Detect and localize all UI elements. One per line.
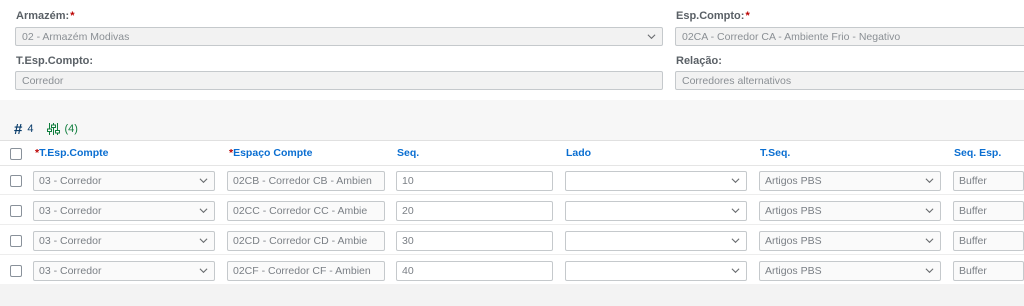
row-checkbox[interactable] [10, 265, 22, 277]
side-select[interactable] [565, 171, 747, 191]
space-field[interactable]: 02CD - Corredor CD - Ambie [227, 231, 385, 251]
table-header: *T.Esp.Compte *Espaço Compte Seq. Lado T… [0, 141, 1024, 166]
space-value: 02CB - Corredor CB - Ambien [233, 175, 372, 187]
tseq-select[interactable]: Artigos PBS [759, 201, 941, 221]
hash-icon: # [14, 120, 23, 138]
warehouse-value: 02 - Armazém Modivas [22, 31, 130, 43]
warehouse-label: Armazém:* [16, 10, 75, 22]
row-checkbox[interactable] [10, 175, 22, 187]
side-select[interactable] [565, 261, 747, 281]
tseq-select[interactable]: Artigos PBS [759, 231, 941, 251]
space-value: 02CD - Corredor CD - Ambie [233, 235, 368, 247]
tseq-value: Artigos PBS [765, 265, 822, 277]
type-value: 03 - Corredor [39, 205, 102, 217]
footer-strip [0, 284, 1024, 306]
chevron-down-icon[interactable] [199, 236, 208, 245]
side-select[interactable] [565, 231, 747, 251]
type-select[interactable]: 03 - Corredor [33, 201, 215, 221]
storage-label: Esp.Compto:* [676, 10, 750, 22]
type-value: 03 - Corredor [39, 265, 102, 277]
seq-value: 40 [402, 265, 414, 277]
seqesp-field[interactable]: Buffer [953, 231, 1024, 251]
tseq-value: Artigos PBS [765, 175, 822, 187]
seq-value: 20 [402, 205, 414, 217]
chevron-down-icon[interactable] [925, 236, 934, 245]
table-toolbar: # 4 (4) [14, 120, 78, 138]
chevron-down-icon[interactable] [199, 206, 208, 215]
seqesp-value: Buffer [959, 205, 987, 217]
sequence-table: *T.Esp.Compte *Espaço Compte Seq. Lado T… [0, 140, 1024, 285]
table-row: 03 - Corredor 02CD - Corredor CD - Ambie… [0, 226, 1024, 255]
type-select[interactable]: 03 - Corredor [33, 171, 215, 191]
space-value: 02CC - Corredor CC - Ambie [233, 205, 368, 217]
type-select[interactable]: 03 - Corredor [33, 261, 215, 281]
tseq-value: Artigos PBS [765, 235, 822, 247]
space-field[interactable]: 02CC - Corredor CC - Ambie [227, 201, 385, 221]
relation-field[interactable]: Corredores alternativos [675, 71, 1024, 90]
seqesp-field[interactable]: Buffer [953, 201, 1024, 221]
chevron-down-icon[interactable] [731, 206, 740, 215]
chevron-down-icon[interactable] [925, 176, 934, 185]
chevron-down-icon[interactable] [731, 236, 740, 245]
relation-value: Corredores alternativos [682, 75, 792, 87]
chevron-down-icon[interactable] [199, 266, 208, 275]
seq-input[interactable]: 10 [396, 171, 553, 191]
seq-input[interactable]: 40 [396, 261, 553, 281]
seqesp-value: Buffer [959, 175, 987, 187]
side-select[interactable] [565, 201, 747, 221]
col-header-type[interactable]: *T.Esp.Compte [34, 147, 109, 159]
storage-field[interactable]: 02CA - Corredor CA - Ambiente Frio - Neg… [675, 27, 1024, 46]
row-count: 4 [27, 123, 34, 135]
warehouse-select[interactable]: 02 - Armazém Modivas [15, 27, 663, 46]
type-value: 03 - Corredor [39, 175, 102, 187]
col-header-seqesp[interactable]: Seq. Esp. [954, 147, 1001, 159]
space-field[interactable]: 02CF - Corredor CF - Ambien [227, 261, 385, 281]
seq-value: 30 [402, 235, 414, 247]
type-value: Corredor [22, 75, 64, 87]
row-checkbox[interactable] [10, 235, 22, 247]
type-value: 03 - Corredor [39, 235, 102, 247]
col-header-space[interactable]: *Espaço Compte [228, 147, 312, 159]
header-form: Armazém:* 02 - Armazém Modivas Esp.Compt… [0, 0, 1024, 100]
chevron-down-icon[interactable] [731, 266, 740, 275]
type-field[interactable]: Corredor [15, 71, 663, 90]
table-row: 03 - Corredor 02CC - Corredor CC - Ambie… [0, 196, 1024, 225]
relation-label: Relação: [676, 55, 722, 67]
seqesp-value: Buffer [959, 235, 987, 247]
seqesp-field[interactable]: Buffer [953, 261, 1024, 281]
chevron-down-icon[interactable] [925, 206, 934, 215]
filter-button[interactable]: (4) [47, 123, 78, 135]
seq-value: 10 [402, 175, 414, 187]
storage-value: 02CA - Corredor CA - Ambiente Frio - Neg… [682, 31, 901, 43]
select-all-checkbox[interactable] [10, 148, 22, 160]
col-header-side[interactable]: Lado [566, 147, 591, 159]
filter-count: (4) [64, 123, 78, 135]
tseq-select[interactable]: Artigos PBS [759, 171, 941, 191]
seqesp-value: Buffer [959, 265, 987, 277]
table-row: 03 - Corredor 02CB - Corredor CB - Ambie… [0, 166, 1024, 195]
col-header-tseq[interactable]: T.Seq. [760, 147, 790, 159]
sliders-icon [47, 123, 61, 135]
tseq-select[interactable]: Artigos PBS [759, 261, 941, 281]
chevron-down-icon[interactable] [731, 176, 740, 185]
type-label: T.Esp.Compto: [16, 55, 93, 67]
seq-input[interactable]: 20 [396, 201, 553, 221]
tseq-value: Artigos PBS [765, 205, 822, 217]
chevron-down-icon[interactable] [925, 266, 934, 275]
chevron-down-icon[interactable] [647, 32, 656, 41]
row-checkbox[interactable] [10, 205, 22, 217]
space-value: 02CF - Corredor CF - Ambien [233, 265, 371, 277]
type-select[interactable]: 03 - Corredor [33, 231, 215, 251]
seq-input[interactable]: 30 [396, 231, 553, 251]
chevron-down-icon[interactable] [199, 176, 208, 185]
col-header-seq[interactable]: Seq. [397, 147, 419, 159]
space-field[interactable]: 02CB - Corredor CB - Ambien [227, 171, 385, 191]
table-row: 03 - Corredor 02CF - Corredor CF - Ambie… [0, 256, 1024, 285]
seqesp-field[interactable]: Buffer [953, 171, 1024, 191]
